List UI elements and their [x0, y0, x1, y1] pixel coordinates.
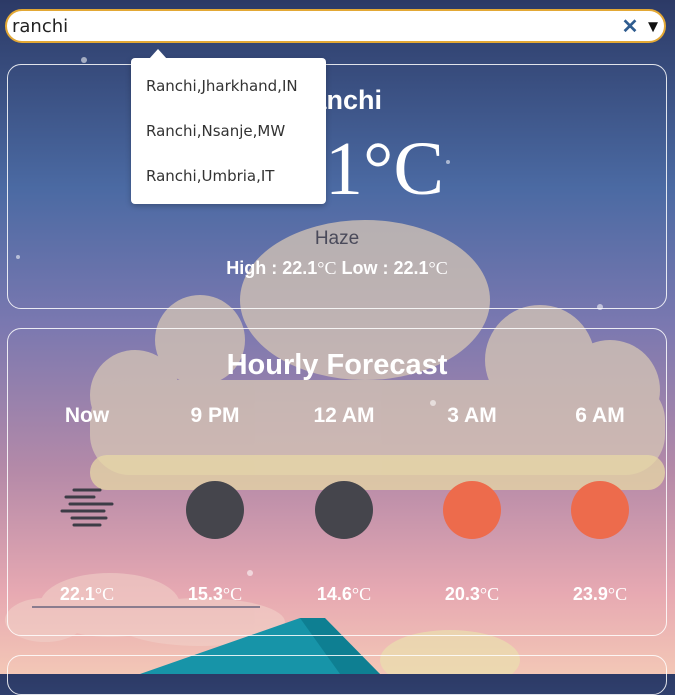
- hour-time: 9 PM: [190, 404, 240, 427]
- hour-temp-unit: °C: [94, 584, 115, 604]
- moon-icon: [315, 481, 373, 539]
- high-value: 22.1: [282, 258, 318, 278]
- hour-temp: 22.1°C: [32, 584, 142, 605]
- moon-icon: [186, 481, 244, 539]
- hour-temp: 14.6°C: [289, 584, 399, 605]
- hourly-forecast-card: Hourly Forecast Now 22.1°C 9 PM 15.3°C 1…: [7, 328, 667, 636]
- temperature-unit: °C: [362, 127, 445, 211]
- hour-temp-value: 22.1: [59, 584, 95, 604]
- city-search-box[interactable]: ✕ ▼: [5, 9, 666, 43]
- hour-time: 12 AM: [313, 404, 375, 427]
- high-low: High : 22.1°C Low : 22.1°C: [8, 258, 666, 279]
- hourly-forecast-title: Hourly Forecast: [226, 349, 448, 381]
- next-card: [7, 655, 667, 695]
- current-temperature: 22.1°C: [8, 131, 666, 207]
- city-suggestions-dropdown: Ranchi,Jharkhand,IN Ranchi,Nsanje,MW Ran…: [131, 49, 326, 204]
- dropdown-pointer: [149, 49, 167, 59]
- hour-temp-value: 14.6: [316, 584, 352, 604]
- hour-temp: 20.3°C: [417, 584, 527, 605]
- chevron-down-icon[interactable]: ▼: [644, 17, 662, 37]
- hour-temp: 15.3°C: [160, 584, 270, 605]
- high-label: High :: [226, 258, 283, 278]
- hour-time: 3 AM: [447, 404, 497, 427]
- hour-temp-unit: °C: [607, 584, 628, 604]
- hour-temp-unit: °C: [351, 584, 372, 604]
- weather-condition: Haze: [314, 228, 360, 249]
- low-label: Low :: [341, 258, 394, 278]
- low-value: 22.1: [393, 258, 429, 278]
- suggestion-item[interactable]: Ranchi,Jharkhand,IN: [146, 77, 298, 95]
- haze-icon: [60, 488, 114, 527]
- hour-temp-unit: °C: [222, 584, 243, 604]
- hour-temp-unit: °C: [479, 584, 500, 604]
- suggestion-item[interactable]: Ranchi,Umbria,IT: [146, 167, 274, 185]
- current-weather-card: Ranchi 22.1°C Haze High : 22.1°C Low : 2…: [7, 64, 667, 309]
- sun-icon: [571, 481, 629, 539]
- hour-temp-value: 20.3: [444, 584, 480, 604]
- low-unit: °C: [428, 258, 448, 278]
- city-search-input[interactable]: [12, 13, 602, 39]
- suggestion-item[interactable]: Ranchi,Nsanje,MW: [146, 122, 285, 140]
- close-icon[interactable]: ✕: [621, 17, 639, 37]
- hour-temp-value: 15.3: [187, 584, 223, 604]
- hour-temp-value: 23.9: [572, 584, 608, 604]
- hour-time: 6 AM: [575, 404, 625, 427]
- city-name: Ranchi: [291, 85, 383, 115]
- hour-time: Now: [64, 404, 110, 427]
- hour-temp: 23.9°C: [545, 584, 655, 605]
- sun-icon: [443, 481, 501, 539]
- high-unit: °C: [317, 258, 337, 278]
